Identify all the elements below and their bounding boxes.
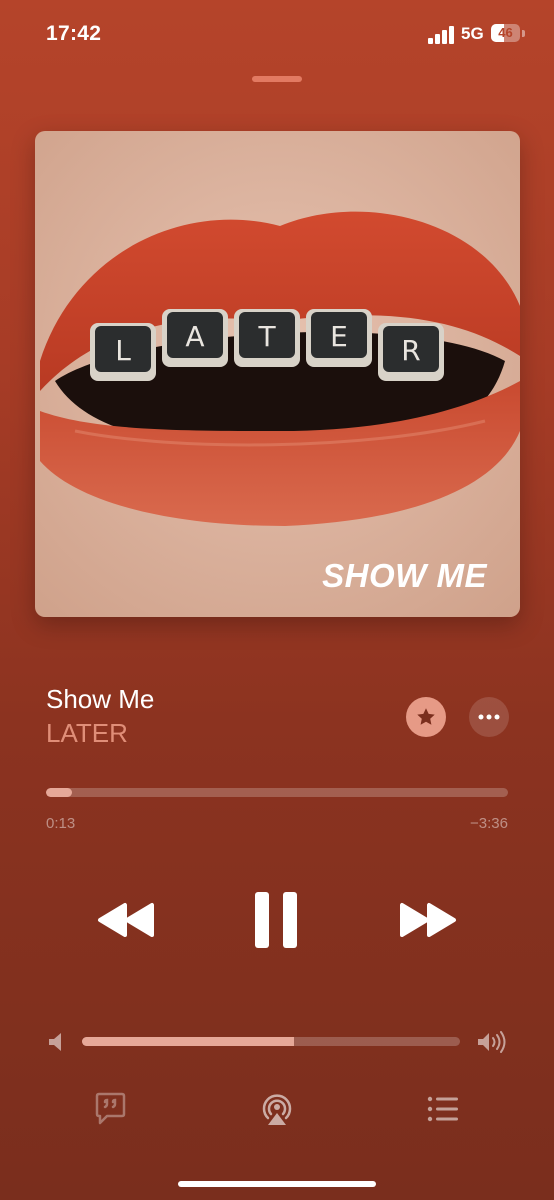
svg-text:E: E <box>330 320 348 353</box>
airplay-icon[interactable] <box>259 1092 295 1126</box>
battery-icon: 46 <box>491 24 526 44</box>
svg-text:R: R <box>401 334 420 367</box>
song-artist[interactable]: LATER <box>46 718 128 749</box>
artwork-key-e: E <box>306 309 372 367</box>
svg-text:A: A <box>185 320 204 353</box>
album-artwork: L A T E R SHOW ME <box>35 131 520 617</box>
battery-percent: 46 <box>498 25 513 40</box>
lyrics-icon[interactable] <box>94 1092 127 1125</box>
speaker-low-icon <box>49 1033 61 1051</box>
network-type: 5G <box>461 24 484 43</box>
cellular-signal-icon <box>428 26 454 44</box>
svg-text:L: L <box>115 334 131 367</box>
volume-slider[interactable] <box>82 1037 460 1046</box>
svg-text:T: T <box>257 320 276 353</box>
song-title[interactable]: Show Me <box>46 684 154 715</box>
pause-icon[interactable] <box>253 890 299 950</box>
sheet-grabber[interactable] <box>252 76 302 82</box>
artwork-title-text: SHOW ME <box>322 557 487 594</box>
ellipsis-icon <box>478 714 500 720</box>
queue-list-icon[interactable] <box>427 1096 459 1122</box>
artwork-key-t: T <box>234 309 300 367</box>
playback-scrubber[interactable] <box>46 788 508 797</box>
elapsed-time: 0:13 <box>46 815 76 832</box>
remaining-time: −3:36 <box>470 815 508 832</box>
speaker-high-icon <box>478 1031 506 1053</box>
star-icon <box>417 708 435 725</box>
artwork-key-r: R <box>378 323 444 381</box>
status-time: 17:42 <box>46 22 102 45</box>
fast-forward-icon[interactable] <box>398 901 458 939</box>
artwork-key-l: L <box>90 323 156 381</box>
artwork-key-a: A <box>162 309 228 367</box>
playback-progress-fill <box>46 788 73 797</box>
home-indicator[interactable] <box>178 1181 376 1187</box>
more-options-button[interactable] <box>469 697 509 737</box>
rewind-icon[interactable] <box>96 901 156 939</box>
volume-level-fill <box>82 1037 294 1046</box>
favorite-button[interactable] <box>406 697 446 737</box>
